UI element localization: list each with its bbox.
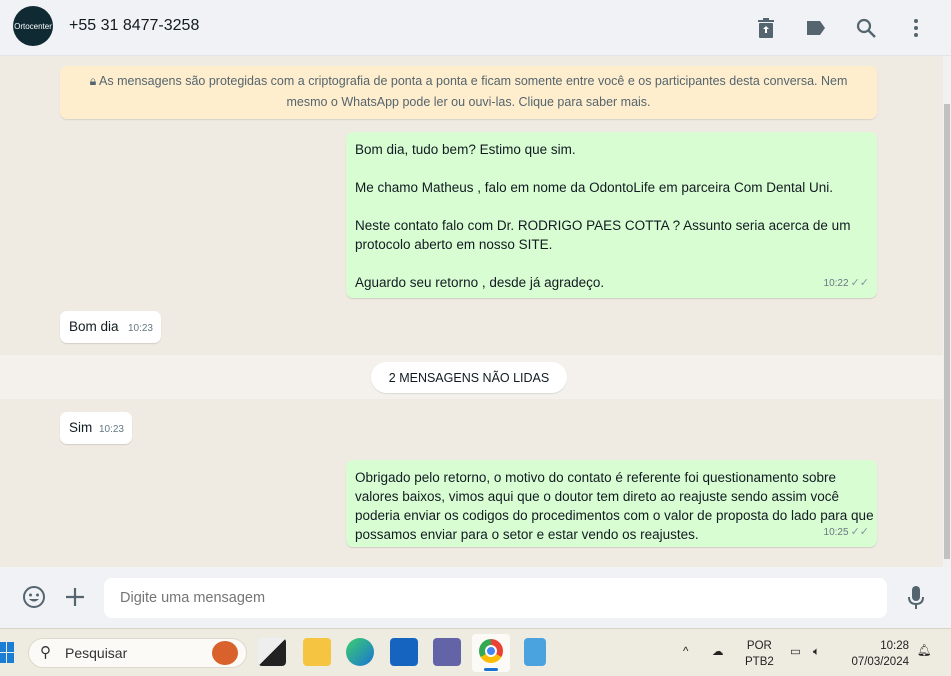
network-icon[interactable]: ▭ [790,644,801,660]
task-view-icon[interactable] [258,638,286,666]
windows-start-icon[interactable] [0,642,14,664]
message-input[interactable] [104,578,887,618]
volume-icon[interactable]: 🔈︎ [813,644,820,660]
file-explorer-icon[interactable] [303,638,331,666]
notepad-icon[interactable] [524,638,546,666]
read-ticks-icon: ✓✓ [850,277,869,289]
teams-icon[interactable] [433,638,461,666]
emoji-icon[interactable] [22,585,46,609]
microphone-icon[interactable] [906,585,926,611]
chrome-taskbar-button[interactable] [472,634,510,672]
store-icon[interactable] [390,638,418,666]
unread-count-badge: 2 MENSAGENS NÃO LIDAS [371,362,567,393]
scrollbar-thumb[interactable] [944,104,950,559]
search-highlight-image [212,641,238,665]
onedrive-icon[interactable]: ☁ [712,644,724,660]
message-outgoing: Obrigado pelo retorno, o motivo do conta… [346,460,877,547]
chrome-icon [479,639,503,663]
contact-name[interactable]: +55 31 8477-3258 [69,17,199,35]
taskbar-search[interactable]: ⚲ Pesquisar [28,638,247,668]
avatar[interactable]: Ortocenter [13,6,53,46]
clock[interactable]: 10:28 07/03/2024 [845,638,909,670]
edge-icon[interactable] [346,638,374,666]
message-incoming: Sim 10:23 [60,412,132,444]
notification-bell-icon[interactable]: 🔔︎ [917,643,932,659]
search-icon[interactable] [854,16,878,40]
delete-upload-icon[interactable] [754,16,778,40]
language-indicator[interactable]: POR PTB2 [745,638,774,670]
encryption-notice[interactable]: 🔒︎ As mensagens são protegidas com a cri… [60,66,877,119]
message-outgoing: Bom dia, tudo bem? Estimo que sim. Me ch… [346,132,877,298]
chat-header: Ortocenter +55 31 8477-3258 [0,0,951,56]
read-ticks-icon: ✓✓ [850,526,869,538]
label-icon[interactable] [804,16,828,40]
menu-icon[interactable] [904,16,928,40]
attach-plus-icon[interactable] [64,586,86,608]
show-hidden-icons-icon[interactable]: ^ [683,644,688,660]
search-icon: ⚲ [40,644,51,661]
lock-icon: 🔒︎ [89,74,100,88]
message-incoming: Bom dia 10:23 [60,311,161,343]
